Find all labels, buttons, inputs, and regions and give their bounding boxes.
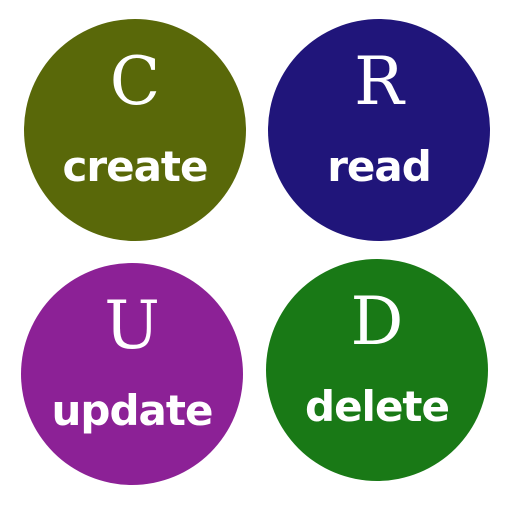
delete-letter: D	[350, 283, 404, 360]
update-label: update	[51, 386, 214, 435]
delete-circle: D delete	[266, 259, 488, 481]
create-circle: C create	[24, 19, 246, 241]
update-letter: U	[104, 287, 160, 364]
delete-label: delete	[305, 382, 450, 431]
read-circle: R read	[268, 19, 490, 241]
create-letter: C	[109, 43, 161, 120]
create-label: create	[62, 142, 209, 191]
update-circle: U update	[21, 263, 243, 485]
read-letter: R	[354, 43, 404, 120]
read-label: read	[327, 142, 432, 191]
